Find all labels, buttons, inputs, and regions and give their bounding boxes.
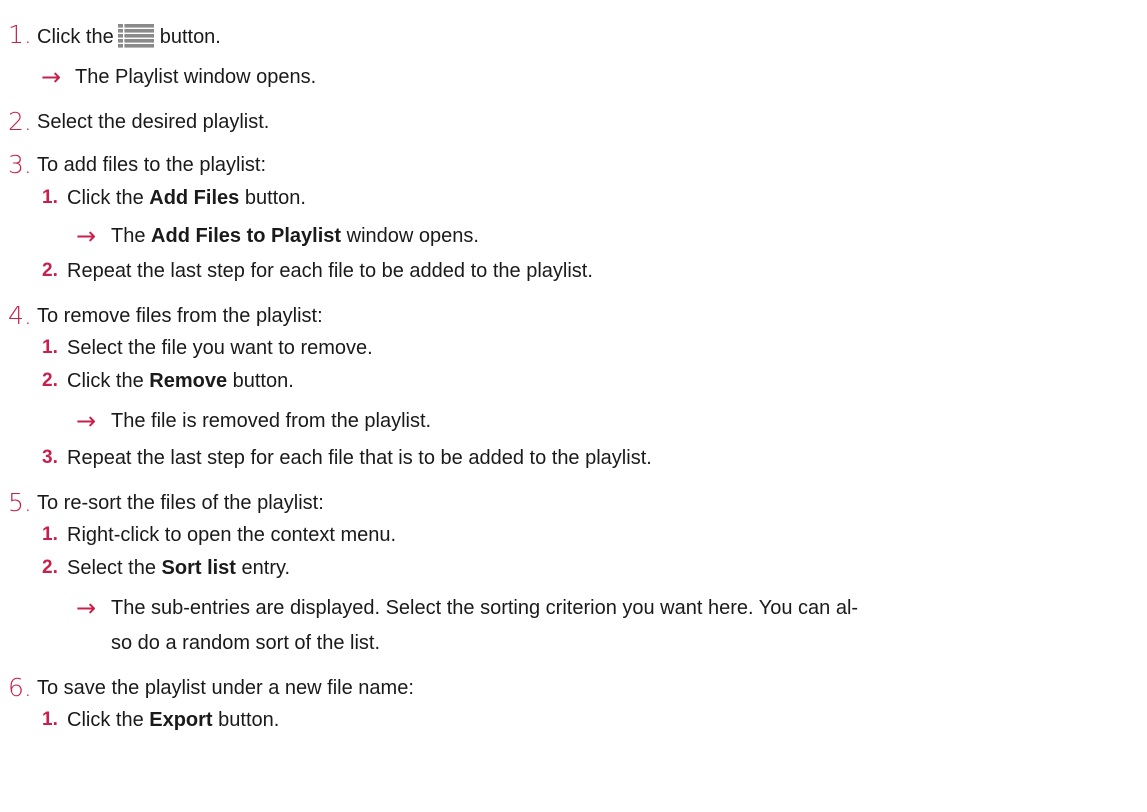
result-arrow-icon: → xyxy=(76,594,97,622)
step-text-before: Click the xyxy=(37,26,114,48)
substep-text: Right-click to open the context menu. xyxy=(67,524,397,546)
ui-label-add-files: Add Files xyxy=(149,187,240,209)
substep-number: 2. xyxy=(42,260,58,281)
result-text-after: window opens. xyxy=(341,225,479,247)
result-arrow-icon: → xyxy=(76,407,97,435)
substep-text-before: Click the xyxy=(67,709,150,731)
result-text-before: The xyxy=(111,225,152,247)
result-text-line-2: so do a random sort of the list. xyxy=(111,632,381,654)
step-text: Click the button. xyxy=(37,23,221,49)
substep-text-after: button. xyxy=(239,187,306,209)
substep-text-after: button. xyxy=(212,709,280,731)
step-number: 3. xyxy=(8,150,32,179)
substep-text: Select the file you want to remove. xyxy=(67,337,373,359)
substep-text-after: entry. xyxy=(235,557,291,579)
result-text-line-1: The sub-entries are displayed. Select th… xyxy=(111,597,859,619)
substep-text-before: Click the xyxy=(67,370,150,392)
step-text: To re-sort the files of the playlist: xyxy=(37,492,324,514)
step-text: To add files to the playlist: xyxy=(37,154,267,176)
substep-number: 1. xyxy=(42,709,58,730)
ui-label-sort-list: Sort list xyxy=(161,557,236,579)
result-arrow-icon: → xyxy=(76,222,97,250)
substep-text-after: button. xyxy=(227,370,294,392)
step-text: To remove files from the playlist: xyxy=(37,305,323,327)
result-arrow-icon: → xyxy=(41,63,62,91)
substep-text: Select the Sort list entry. xyxy=(67,556,290,580)
ui-label-export: Export xyxy=(149,709,213,731)
substep-text: Click the Export button. xyxy=(67,708,279,732)
substep-text: Repeat the last step for each file to be… xyxy=(67,260,593,282)
result-text: The file is removed from the playlist. xyxy=(111,410,432,432)
step-text-after: button. xyxy=(159,26,221,48)
step-text: Select the desired playlist. xyxy=(37,111,270,133)
substep-number: 3. xyxy=(42,447,58,468)
substep-text: Repeat the last step for each file that … xyxy=(67,447,652,469)
step-text: To save the playlist under a new file na… xyxy=(37,677,414,699)
step-number: 5. xyxy=(8,488,32,517)
step-number: 4. xyxy=(8,301,32,330)
step-number: 2. xyxy=(8,107,32,136)
step-number: 1. xyxy=(8,20,32,49)
substep-number: 2. xyxy=(42,557,58,578)
substep-text-before: Click the xyxy=(67,187,150,209)
substep-number: 1. xyxy=(42,524,58,545)
substep-number: 1. xyxy=(42,187,58,208)
result-text: The Add Files to Playlist window opens. xyxy=(111,224,479,248)
substep-number: 1. xyxy=(42,337,58,358)
ui-label-remove: Remove xyxy=(149,370,228,392)
result-text: The Playlist window opens. xyxy=(75,66,317,88)
substep-number: 2. xyxy=(42,370,58,391)
substep-text: Click the Add Files button. xyxy=(67,186,306,210)
substep-text: Click the Remove button. xyxy=(67,369,294,393)
ui-label-add-files-to-playlist: Add Files to Playlist xyxy=(151,225,342,247)
substep-text-before: Select the xyxy=(67,557,162,579)
step-number: 6. xyxy=(8,673,32,702)
list-menu-icon xyxy=(117,23,154,49)
